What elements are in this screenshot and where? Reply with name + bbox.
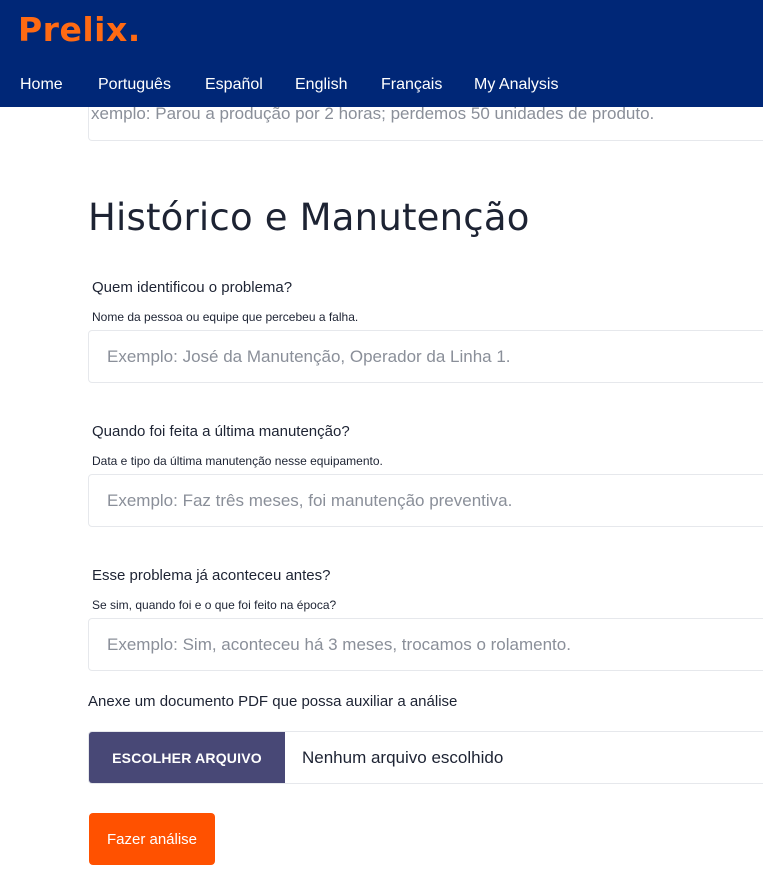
- choose-file-button[interactable]: ESCOLHER ARQUIVO: [89, 732, 285, 783]
- nav-english[interactable]: English: [295, 76, 347, 94]
- last-maintenance-input[interactable]: [107, 475, 747, 526]
- nav-portugues[interactable]: Português: [98, 76, 171, 94]
- who-identified-input[interactable]: [107, 331, 747, 382]
- field-hint-last-maintenance: Data e tipo da última manutenção nesse e…: [92, 454, 383, 468]
- section-title: Histórico e Manutenção: [88, 196, 530, 239]
- happened-before-input[interactable]: [107, 619, 747, 670]
- previous-field-placeholder: xemplo: Parou a produção por 2 horas; pe…: [91, 104, 655, 123]
- top-header: Prelix. Home Português Español English F…: [0, 0, 763, 107]
- field-label-who-identified: Quem identificou o problema?: [92, 279, 293, 296]
- submit-analysis-button[interactable]: Fazer análise: [89, 813, 215, 865]
- nav-my-analysis[interactable]: My Analysis: [474, 76, 558, 94]
- file-upload-field[interactable]: ESCOLHER ARQUIVO Nenhum arquivo escolhid…: [88, 731, 763, 784]
- nav-home[interactable]: Home: [20, 76, 63, 94]
- field-label-last-maintenance: Quando foi feita a última manutenção?: [92, 423, 350, 440]
- prelix-logo[interactable]: Prelix.: [18, 10, 141, 49]
- file-status-text: Nenhum arquivo escolhido: [302, 748, 504, 767]
- field-hint-who-identified: Nome da pessoa ou equipe que percebeu a …: [92, 310, 359, 324]
- attachment-label: Anexe um documento PDF que possa auxilia…: [88, 693, 458, 710]
- nav-francais[interactable]: Français: [381, 76, 442, 94]
- who-identified-field[interactable]: [88, 330, 763, 383]
- field-label-happened-before: Esse problema já aconteceu antes?: [92, 567, 331, 584]
- field-hint-happened-before: Se sim, quando foi e o que foi feito na …: [92, 598, 337, 612]
- nav-espanol[interactable]: Español: [205, 76, 263, 94]
- happened-before-field[interactable]: [88, 618, 763, 671]
- last-maintenance-field[interactable]: [88, 474, 763, 527]
